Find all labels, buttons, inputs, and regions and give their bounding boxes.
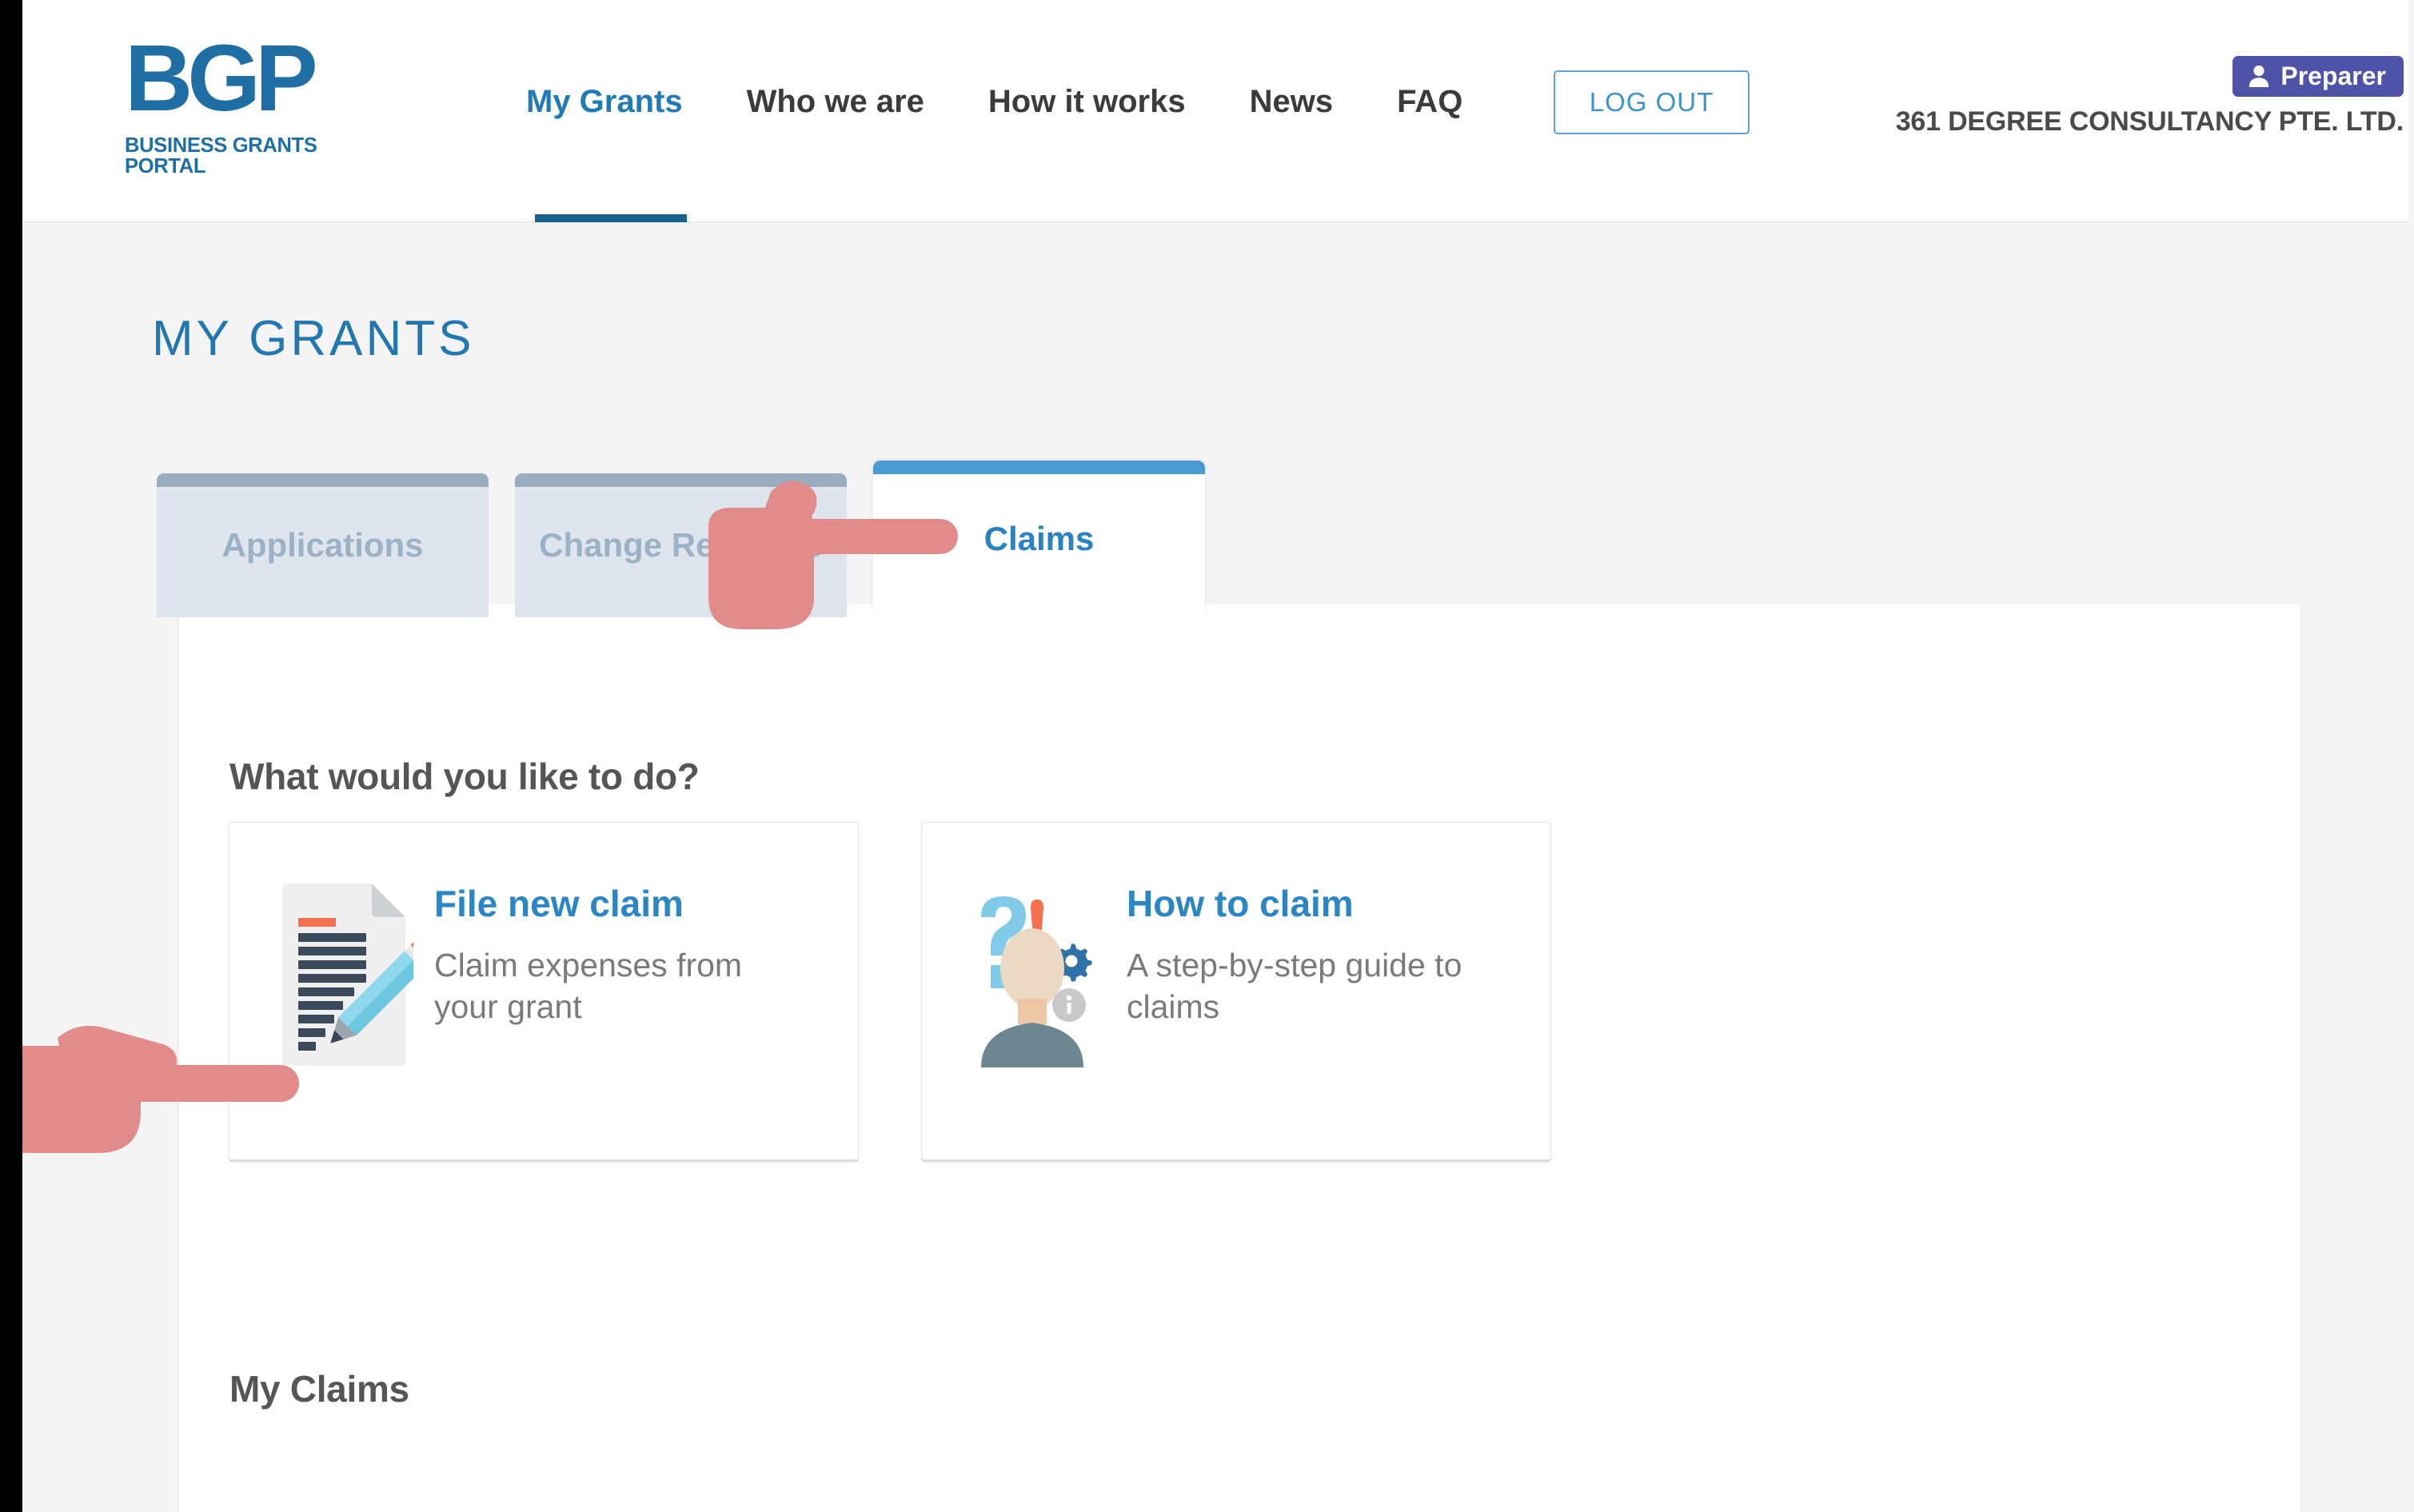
card-text-block: How to claim A step-by-step guide to cla…: [1127, 880, 1470, 1028]
what-would-you-like-heading: What would you like to do?: [229, 755, 700, 798]
card-title-how-to-claim: How to claim: [1127, 885, 1470, 922]
card-file-new-claim[interactable]: File new claim Claim expenses from your …: [229, 822, 859, 1162]
claims-panel: What would you like to do?: [179, 604, 2300, 1512]
screen-root: BGP BUSINESS GRANTS PORTAL My Grants Who…: [0, 0, 2414, 1512]
page-body: MY GRANTS Applications Change Requests C…: [22, 222, 2408, 1512]
tab-change-requests[interactable]: Change Requests: [515, 473, 847, 617]
person-question-gear-icon: [970, 880, 1106, 1096]
role-badge-label: Preparer: [2280, 63, 2386, 89]
card-how-to-claim[interactable]: How to claim A step-by-step guide to cla…: [921, 822, 1551, 1162]
document-pencil-icon: [277, 880, 413, 1096]
card-title-file-new-claim: File new claim: [434, 885, 778, 922]
nav-item-faq[interactable]: FAQ: [1397, 84, 1462, 120]
tab-applications[interactable]: Applications: [157, 473, 489, 617]
tab-claims[interactable]: Claims: [873, 461, 1205, 617]
card-desc-how-to-claim: A step-by-step guide to claims: [1127, 944, 1470, 1028]
card-desc-file-new-claim: Claim expenses from your grant: [434, 944, 778, 1028]
logo-wordmark: BGP: [125, 34, 389, 123]
action-cards: File new claim Claim expenses from your …: [229, 822, 1551, 1162]
person-icon: [2247, 63, 2271, 89]
logout-button[interactable]: LOG OUT: [1554, 70, 1750, 134]
grants-tabs: Applications Change Requests Claims: [157, 461, 1205, 617]
card-text-block: File new claim Claim expenses from your …: [434, 880, 778, 1028]
nav-item-who-we-are[interactable]: Who we are: [747, 84, 924, 120]
user-info-block: Preparer 361 DEGREE CONSULTANCY PTE. LTD…: [1828, 56, 2404, 138]
my-claims-heading: My Claims: [229, 1367, 409, 1410]
main-navigation: My Grants Who we are How it works News F…: [526, 84, 1526, 120]
site-header: BGP BUSINESS GRANTS PORTAL My Grants Who…: [22, 0, 2408, 222]
nav-item-my-grants[interactable]: My Grants: [526, 84, 683, 120]
logo-subtitle: BUSINESS GRANTS PORTAL: [125, 136, 389, 177]
nav-item-how-it-works[interactable]: How it works: [988, 84, 1186, 120]
bgp-logo[interactable]: BGP BUSINESS GRANTS PORTAL: [125, 34, 389, 177]
page-title: MY GRANTS: [152, 310, 474, 367]
company-name: 361 DEGREE CONSULTANCY PTE. LTD.: [1828, 106, 2404, 138]
browser-page: BGP BUSINESS GRANTS PORTAL My Grants Who…: [22, 0, 2414, 1512]
nav-item-news[interactable]: News: [1250, 84, 1334, 120]
role-badge[interactable]: Preparer: [2232, 56, 2404, 97]
